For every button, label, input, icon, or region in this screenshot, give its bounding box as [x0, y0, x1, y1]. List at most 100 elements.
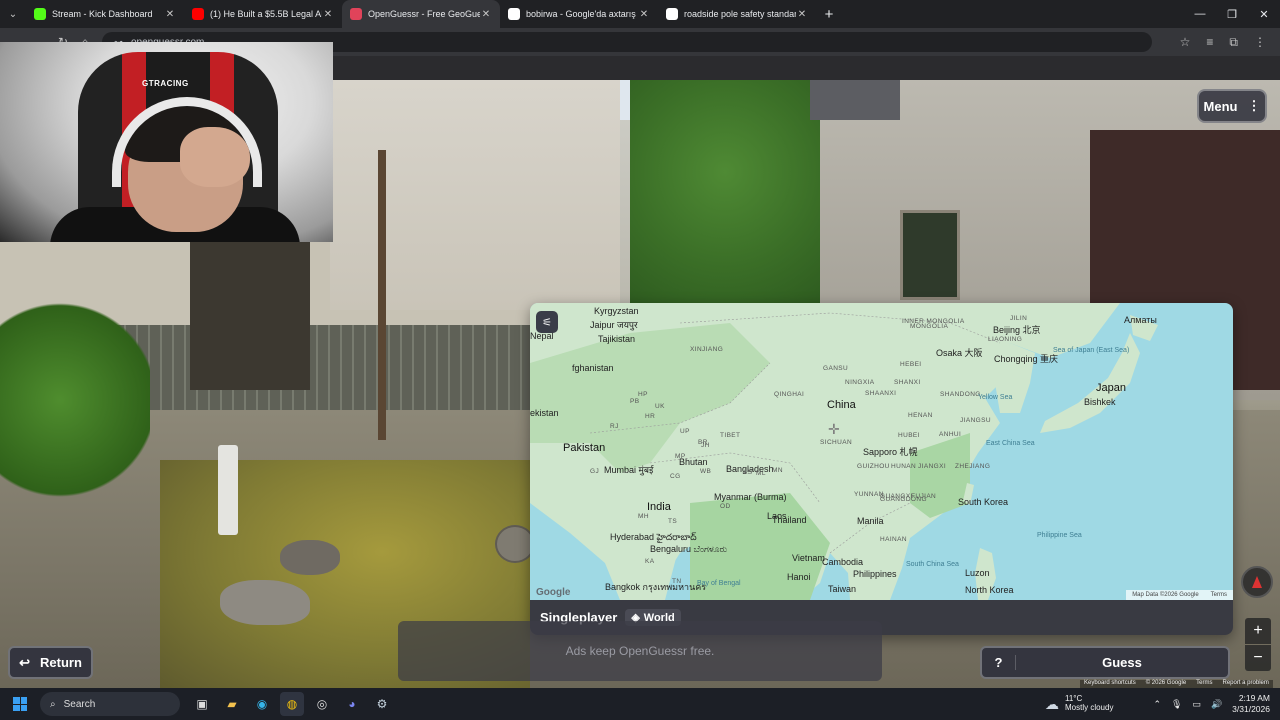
sv-attribution-item[interactable]: Terms [1196, 680, 1212, 688]
rock [280, 540, 340, 575]
zoom-in-button[interactable]: + [1245, 618, 1271, 644]
kick-icon [34, 8, 46, 20]
map-label: SHAANXI [865, 390, 897, 397]
map-label: Cambodia [822, 557, 864, 567]
windows-logo-icon [13, 697, 27, 711]
system-tray: ☁ 11°C Mostly cloudy ⌃ 🎙 ▭ 🔊 2:19 AM 3/3… [1045, 693, 1280, 714]
map-label: CG [670, 473, 681, 480]
guess-button[interactable]: ? Guess [980, 646, 1230, 679]
reading-list-icon[interactable]: ≡ [1206, 35, 1213, 50]
webcam-overlay: GTRACING [0, 42, 333, 242]
discord-icon[interactable]: ◕ [340, 692, 364, 716]
file-explorer-icon[interactable]: ▰ [220, 692, 244, 716]
clock[interactable]: 2:19 AM 3/31/2026 [1232, 693, 1270, 714]
start-button[interactable] [0, 697, 40, 711]
tab-close-icon[interactable]: ✕ [322, 9, 334, 20]
map-label: ekistan [530, 408, 559, 418]
more-menu-icon[interactable]: ⋮ [1254, 35, 1266, 50]
map-label: GJ [590, 468, 600, 475]
tab-title: Stream - Kick Dashboard [52, 9, 153, 19]
restore-icon[interactable]: ❐ [1216, 0, 1248, 28]
return-label: Return [40, 655, 82, 670]
microphone-icon[interactable]: 🎙 [1171, 699, 1182, 710]
person-hand [180, 127, 250, 187]
map-label: FUJIAN [911, 493, 937, 500]
openguessr-icon [350, 8, 362, 20]
new-tab-button[interactable]: + [816, 0, 842, 28]
house-left [330, 80, 620, 310]
close-window-icon[interactable]: ✕ [1248, 0, 1280, 28]
browser-tab[interactable]: bobirwa - Google'da axtarış ✕ [500, 0, 658, 28]
guess-map[interactable]: China India Pakistan Japan Kyrgyzstan Tajikis… [530, 303, 1233, 600]
tab-title: bobirwa - Google'da axtarış [526, 9, 636, 19]
map-label: KA [645, 558, 655, 565]
map-settings-icon[interactable]: ⚟ [536, 311, 558, 333]
tab-search-icon[interactable]: ⌄ [0, 0, 26, 28]
youtube-icon [192, 8, 204, 20]
map-label: HEBEI [900, 361, 922, 368]
roof [810, 80, 900, 120]
map-label: Kyrgyzstan [594, 306, 639, 316]
map-label: JILIN [1010, 315, 1028, 322]
map-label: RJ [610, 423, 619, 430]
map-label: Bangkok กรุงเทพมหานคร [605, 582, 707, 592]
taskbar-search[interactable]: ⌕ Search [40, 692, 180, 716]
map-label: fghanistan [572, 363, 614, 373]
tab-close-icon[interactable]: ✕ [480, 9, 492, 20]
sv-attribution-item[interactable]: Keyboard shortcuts [1084, 680, 1136, 688]
browser-tab[interactable]: (1) He Built a $5.5B Legal AI Co✕ [184, 0, 342, 28]
map-terms-link[interactable]: Terms [1211, 592, 1227, 598]
map-label: China [827, 399, 856, 411]
map-label: TIBET [720, 432, 741, 439]
weather-widget[interactable]: ☁ 11°C Mostly cloudy [1045, 694, 1113, 713]
trees [630, 80, 820, 310]
map-label: TN [672, 578, 682, 585]
chevron-up-icon[interactable]: ⌃ [1153, 699, 1161, 710]
map-label: MH [638, 513, 649, 520]
map-label: India [647, 501, 671, 513]
help-button[interactable]: ? [982, 655, 1016, 670]
browser-tab-strip: ⌄ Stream - Kick Dashboard ✕ (1) He Built a… [0, 0, 1280, 28]
sv-attribution-item[interactable]: Report a problem [1223, 680, 1269, 688]
chrome-icon[interactable]: ◍ [280, 692, 304, 716]
menu-button[interactable]: Menu ⋮ [1197, 89, 1267, 123]
guess-map-panel: China India Pakistan Japan Kyrgyzstan Tajikis… [530, 303, 1233, 635]
steam-icon[interactable]: ⚙ [370, 692, 394, 716]
map-label: HAINAN [880, 536, 907, 543]
map-label: ML [756, 470, 766, 477]
map-label: Philippines [853, 569, 897, 579]
chair-brand-logo: GTRACING [142, 79, 189, 88]
task-view-icon[interactable]: ▣ [190, 692, 214, 716]
map-label: PB [630, 398, 640, 405]
map-label: JIANGSU [960, 417, 991, 424]
browser-tab[interactable]: OpenGuessr - Free GeoGuessr✕ [342, 0, 500, 28]
tab-close-icon[interactable]: ✕ [796, 9, 808, 20]
google-icon [666, 8, 678, 20]
map-label: Myanmar (Burma) [714, 492, 787, 502]
sv-attribution-item[interactable]: © 2026 Google [1146, 680, 1186, 688]
obs-icon[interactable]: ◎ [310, 692, 334, 716]
browser-tab[interactable]: roadside pole safety standards ✕ [658, 0, 816, 28]
map-label: MONGOLIA [910, 323, 949, 330]
map-label: Алматы [1124, 315, 1157, 325]
clock-date: 3/31/2026 [1232, 704, 1270, 714]
bookmark-star-icon[interactable]: ☆ [1180, 35, 1191, 50]
minimize-icon[interactable]: — [1184, 0, 1216, 28]
extensions-icon[interactable]: ⧉ [1229, 35, 1238, 50]
zoom-out-button[interactable]: − [1245, 645, 1271, 671]
tab-close-icon[interactable]: ✕ [638, 9, 650, 20]
map-label: Yellow Sea [978, 394, 1013, 401]
compass-icon[interactable] [1241, 566, 1273, 598]
network-icon[interactable]: ▭ [1192, 699, 1201, 710]
map-label: HR [645, 413, 656, 420]
google-logo: Google [536, 587, 571, 598]
tab-close-icon[interactable]: ✕ [164, 9, 176, 20]
return-button[interactable]: ↩ Return [8, 646, 93, 679]
browser-tab[interactable]: Stream - Kick Dashboard ✕ [26, 0, 184, 28]
map-label: JH [701, 442, 710, 449]
edge-icon[interactable]: ◉ [250, 692, 274, 716]
speaker-icon[interactable]: 🔊 [1211, 699, 1222, 710]
rock [220, 580, 310, 625]
map-label: AS [743, 469, 753, 476]
map-label: NINGXIA [845, 379, 875, 386]
